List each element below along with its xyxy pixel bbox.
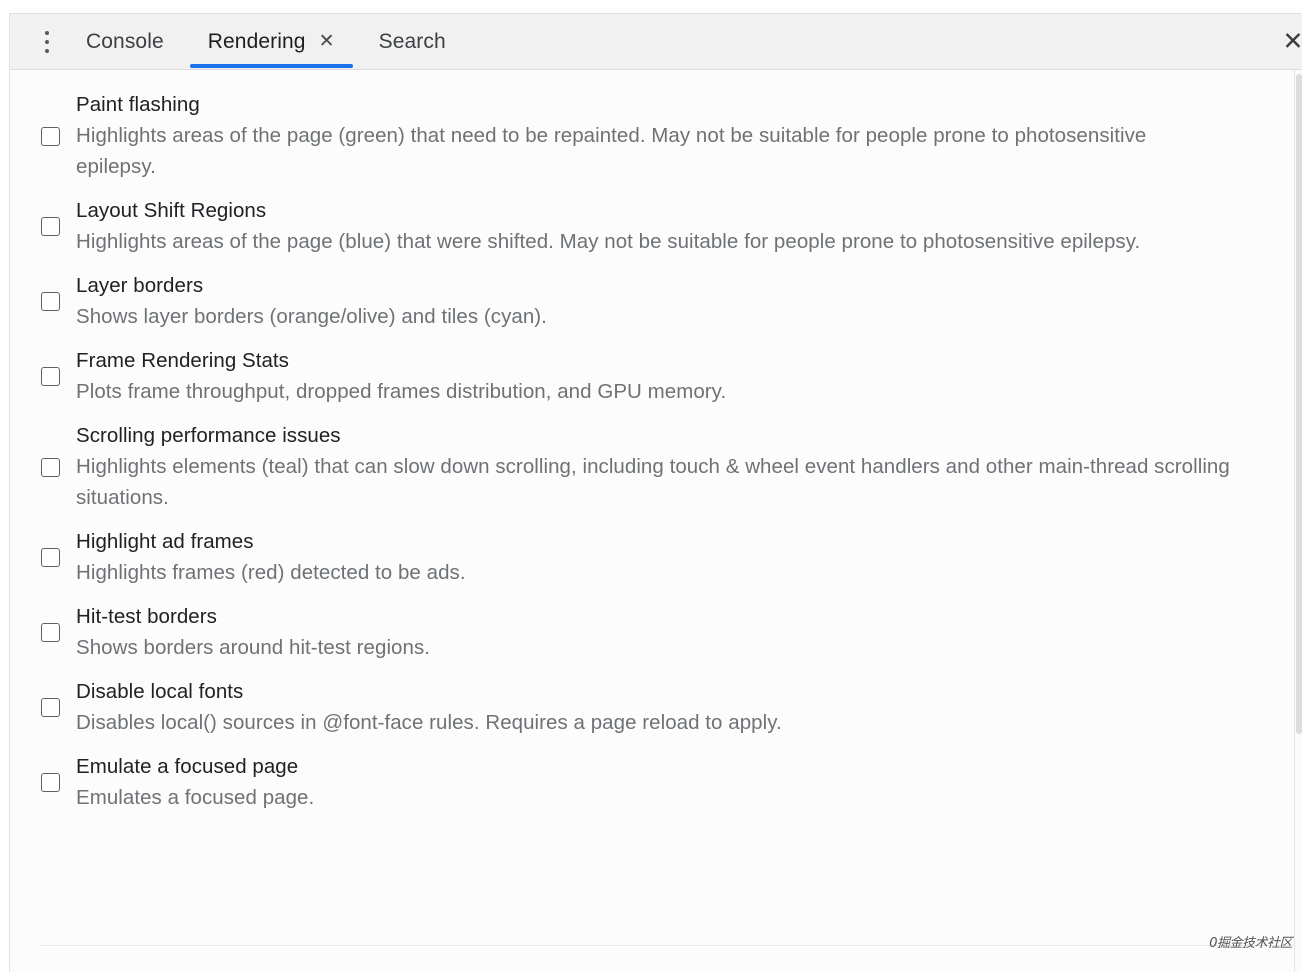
kebab-dot [45, 49, 49, 53]
setting-scrolling-performance-issues[interactable]: Scrolling performance issues Highlights … [10, 421, 1302, 513]
top-strip [0, 0, 1302, 13]
rendering-settings-list: Paint flashing Highlights areas of the p… [10, 70, 1302, 813]
setting-title: Emulate a focused page [76, 752, 1262, 782]
setting-title: Scrolling performance issues [76, 421, 1262, 451]
rendering-settings-panel: Paint flashing Highlights areas of the p… [9, 70, 1302, 972]
devtools-drawer: Console Rendering ✕ Search ✕ Paint flash… [0, 0, 1302, 972]
setting-description: Highlights elements (teal) that can slow… [76, 451, 1262, 513]
setting-description: Shows borders around hit-test regions. [76, 632, 1262, 663]
setting-title: Layer borders [76, 271, 1262, 301]
checkbox-frame-rendering-stats[interactable] [41, 367, 60, 386]
tab-console-label: Console [86, 30, 164, 54]
setting-hit-test-borders[interactable]: Hit-test borders Shows borders around hi… [10, 602, 1302, 663]
setting-title: Frame Rendering Stats [76, 346, 1262, 376]
tab-search[interactable]: Search [357, 13, 468, 70]
setting-title: Disable local fonts [76, 677, 1262, 707]
setting-title: Layout Shift Regions [76, 196, 1262, 226]
tab-console[interactable]: Console [64, 13, 186, 70]
checkbox-emulate-a-focused-page[interactable] [41, 773, 60, 792]
setting-frame-rendering-stats[interactable]: Frame Rendering Stats Plots frame throug… [10, 346, 1302, 407]
setting-description: Emulates a focused page. [76, 782, 1262, 813]
checkbox-paint-flashing[interactable] [41, 127, 60, 146]
tab-strip: Console Rendering ✕ Search [64, 13, 468, 70]
setting-layer-borders[interactable]: Layer borders Shows layer borders (orang… [10, 271, 1302, 332]
setting-description: Highlights areas of the page (green) tha… [76, 120, 1176, 182]
setting-disable-local-fonts[interactable]: Disable local fonts Disables local() sou… [10, 677, 1302, 738]
setting-text: Scrolling performance issues Highlights … [76, 421, 1262, 513]
scrollbar-thumb[interactable] [1296, 74, 1302, 734]
tab-search-label: Search [379, 30, 446, 54]
setting-text: Frame Rendering Stats Plots frame throug… [76, 346, 1262, 407]
checkbox-disable-local-fonts[interactable] [41, 698, 60, 717]
setting-text: Paint flashing Highlights areas of the p… [76, 90, 1262, 182]
bottom-divider [40, 945, 1294, 946]
checkbox-hit-test-borders[interactable] [41, 623, 60, 642]
kebab-dot [45, 40, 49, 44]
watermark: 0掘金技术社区 [1209, 932, 1292, 951]
setting-paint-flashing[interactable]: Paint flashing Highlights areas of the p… [10, 90, 1302, 182]
setting-description: Disables local() sources in @font-face r… [76, 707, 1262, 738]
setting-emulate-a-focused-page[interactable]: Emulate a focused page Emulates a focuse… [10, 752, 1302, 813]
tab-rendering-label: Rendering [208, 30, 306, 54]
setting-text: Layout Shift Regions Highlights areas of… [76, 196, 1262, 257]
close-icon[interactable]: ✕ [319, 32, 335, 51]
checkbox-layer-borders[interactable] [41, 292, 60, 311]
setting-description: Shows layer borders (orange/olive) and t… [76, 301, 1262, 332]
setting-title: Hit-test borders [76, 602, 1262, 632]
kebab-dot [45, 31, 49, 35]
setting-text: Disable local fonts Disables local() sou… [76, 677, 1262, 738]
setting-highlight-ad-frames[interactable]: Highlight ad frames Highlights frames (r… [10, 527, 1302, 588]
checkbox-layout-shift-regions[interactable] [41, 217, 60, 236]
setting-title: Highlight ad frames [76, 527, 1262, 557]
drawer-tabbar: Console Rendering ✕ Search ✕ [9, 13, 1302, 70]
panel-close-icon[interactable]: ✕ [1278, 29, 1302, 54]
vertical-scrollbar[interactable] [1294, 70, 1302, 972]
more-vertical-icon[interactable] [30, 22, 64, 62]
setting-description: Highlights frames (red) detected to be a… [76, 557, 1262, 588]
setting-text: Emulate a focused page Emulates a focuse… [76, 752, 1262, 813]
setting-title: Paint flashing [76, 90, 1262, 120]
setting-text: Hit-test borders Shows borders around hi… [76, 602, 1262, 663]
setting-description: Plots frame throughput, dropped frames d… [76, 376, 1262, 407]
setting-text: Layer borders Shows layer borders (orang… [76, 271, 1262, 332]
setting-text: Highlight ad frames Highlights frames (r… [76, 527, 1262, 588]
setting-layout-shift-regions[interactable]: Layout Shift Regions Highlights areas of… [10, 196, 1302, 257]
checkbox-scrolling-performance-issues[interactable] [41, 458, 60, 477]
tab-rendering[interactable]: Rendering ✕ [186, 13, 357, 70]
checkbox-highlight-ad-frames[interactable] [41, 548, 60, 567]
setting-description: Highlights areas of the page (blue) that… [76, 226, 1228, 257]
